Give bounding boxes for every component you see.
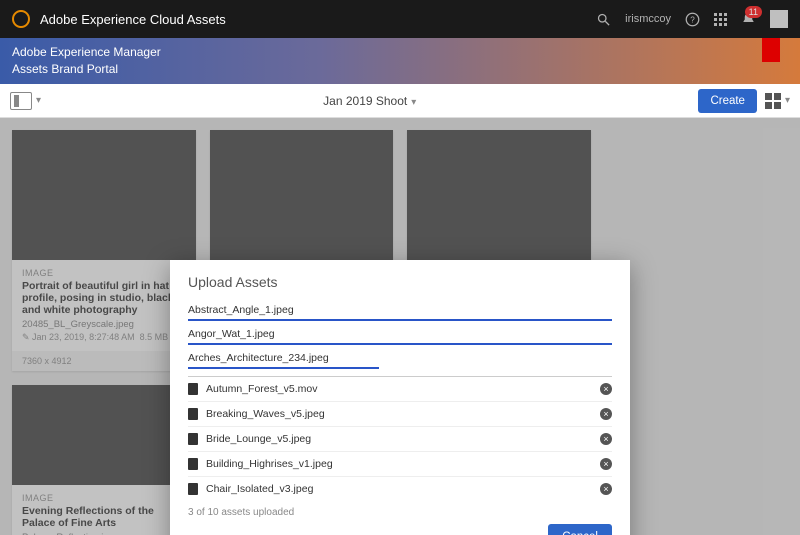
queued-filename: Autumn_Forest_v5.mov	[206, 383, 317, 395]
chevron-down-icon: ▾	[785, 95, 790, 106]
file-icon	[188, 408, 198, 420]
app-title: Adobe Experience Cloud Assets	[40, 12, 582, 27]
asset-canvas: IMAGEPortrait of beautiful girl in hat i…	[0, 118, 800, 535]
queued-row: Autumn_Forest_v5.mov ×	[188, 376, 612, 401]
uploading-filename: Abstract_Angle_1.jpeg	[188, 304, 294, 316]
chevron-down-icon: ▾	[411, 97, 416, 108]
global-top-bar: Adobe Experience Cloud Assets irismccoy …	[0, 0, 800, 38]
create-button[interactable]: Create	[698, 89, 757, 113]
queued-list: Autumn_Forest_v5.mov×Breaking_Waves_v5.j…	[188, 376, 612, 501]
grid-view-icon	[765, 93, 781, 109]
remove-file-button[interactable]: ×	[600, 383, 612, 395]
queued-filename: Bride_Lounge_v5.jpeg	[206, 433, 311, 445]
breadcrumb[interactable]: Jan 2019 Shoot ▾	[41, 94, 698, 108]
progress-bar	[188, 367, 379, 369]
queued-row: Chair_Isolated_v3.jpeg ×	[188, 476, 612, 501]
file-icon	[188, 483, 198, 495]
search-icon[interactable]	[596, 12, 611, 27]
banner-line2: Assets Brand Portal	[12, 61, 788, 78]
uploading-filename: Arches_Architecture_234.jpeg	[188, 352, 329, 364]
file-icon	[188, 383, 198, 395]
uploading-list: Abstract_Angle_1.jpeg Angor_Wat_1.jpeg Arc…	[188, 300, 612, 372]
queued-filename: Chair_Isolated_v3.jpeg	[206, 483, 313, 495]
queued-row: Building_Highrises_v1.jpeg ×	[188, 451, 612, 476]
apps-grid-icon[interactable]	[714, 13, 727, 26]
queued-row: Breaking_Waves_v5.jpeg ×	[188, 401, 612, 426]
avatar-icon[interactable]	[770, 10, 788, 28]
banner-line1: Adobe Experience Manager	[12, 44, 788, 61]
view-switcher-button[interactable]: ▾	[765, 93, 790, 109]
cancel-button[interactable]: Cancel	[548, 524, 612, 535]
queued-filename: Breaking_Waves_v5.jpeg	[206, 408, 325, 420]
file-icon	[188, 458, 198, 470]
notifications-icon[interactable]: 11	[741, 12, 756, 27]
product-banner: Adobe Experience Manager Assets Brand Po…	[0, 38, 800, 84]
upload-assets-modal: Upload Assets Abstract_Angle_1.jpeg Angor…	[170, 260, 630, 535]
help-icon[interactable]: ?	[685, 12, 700, 27]
progress-bar	[188, 343, 612, 345]
uploading-row: Abstract_Angle_1.jpeg	[188, 300, 612, 324]
file-icon	[188, 433, 198, 445]
progress-bar	[188, 319, 612, 321]
remove-file-button[interactable]: ×	[600, 433, 612, 445]
adobe-tag-icon	[762, 38, 780, 62]
breadcrumb-label: Jan 2019 Shoot	[323, 94, 407, 108]
uploading-row: Angor_Wat_1.jpeg	[188, 324, 612, 348]
remove-file-button[interactable]: ×	[600, 483, 612, 495]
modal-title: Upload Assets	[188, 274, 612, 290]
uploading-row: Arches_Architecture_234.jpeg	[188, 348, 612, 372]
username-label[interactable]: irismccoy	[625, 13, 671, 25]
rail-icon	[10, 92, 32, 110]
queued-row: Bride_Lounge_v5.jpeg ×	[188, 426, 612, 451]
queued-filename: Building_Highrises_v1.jpeg	[206, 458, 333, 470]
page-toolbar: ▾ Jan 2019 Shoot ▾ Create ▾	[0, 84, 800, 118]
svg-text:?: ?	[690, 15, 695, 24]
remove-file-button[interactable]: ×	[600, 458, 612, 470]
adobe-logo-icon	[12, 10, 30, 28]
uploading-filename: Angor_Wat_1.jpeg	[188, 328, 275, 340]
rail-toggle-button[interactable]: ▾	[10, 92, 41, 110]
upload-status-text: 3 of 10 assets uploaded	[188, 501, 612, 518]
notification-count-badge: 11	[745, 6, 762, 18]
remove-file-button[interactable]: ×	[600, 408, 612, 420]
